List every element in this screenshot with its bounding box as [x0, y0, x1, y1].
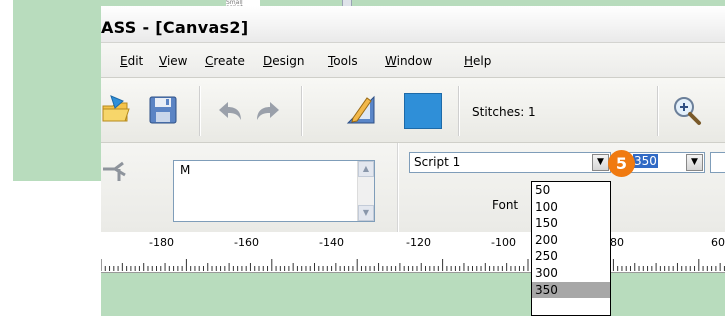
property-separator [397, 143, 399, 233]
open-folder-icon[interactable] [101, 94, 133, 126]
size-option[interactable]: 50 [532, 182, 610, 199]
menu-bar: Edit View Create Design Tools Window Hel… [101, 42, 725, 77]
font-label: Font [492, 198, 519, 212]
zoom-magnifier-icon[interactable] [671, 94, 703, 126]
text-input-scrollbar[interactable]: ▲ ▼ [357, 161, 374, 221]
size-option[interactable]: 150 [532, 215, 610, 232]
ruler-ticks [101, 259, 725, 271]
chevron-down-icon[interactable]: ▼ [592, 154, 609, 171]
extra-field[interactable] [710, 152, 725, 173]
menu-help[interactable]: Help [464, 54, 491, 68]
redo-icon[interactable] [251, 96, 283, 128]
horizontal-ruler: -180 -160 -140 -120 -100 -80 60 [101, 232, 725, 273]
text-input[interactable]: M ▲ ▼ [173, 160, 375, 222]
chevron-down-icon[interactable]: ▼ [686, 154, 703, 171]
undo-icon[interactable] [215, 96, 247, 128]
menu-window[interactable]: Window [385, 54, 432, 68]
menu-design[interactable]: Design [263, 54, 304, 68]
canvas-area[interactable] [101, 273, 725, 316]
menu-edit[interactable]: Edit [120, 54, 143, 68]
stitches-count: Stitches: 1 [472, 105, 536, 119]
toolbar-separator [199, 86, 201, 136]
size-dropdown-list[interactable]: 50 100 150 200 250 300 350 [531, 181, 611, 316]
toolbar-separator [301, 86, 303, 136]
menu-view[interactable]: View [159, 54, 187, 68]
menu-tools[interactable]: Tools [328, 54, 358, 68]
design-pencil-icon[interactable] [345, 94, 377, 126]
font-select[interactable]: Script 1 ▼ [409, 152, 611, 173]
font-select-value: Script 1 [414, 155, 461, 169]
size-select-value: 350 [633, 154, 658, 168]
size-option-selected[interactable]: 350 [532, 281, 610, 299]
size-option[interactable]: 100 [532, 199, 610, 216]
step-number-badge: 5 [608, 150, 635, 177]
scroll-down-icon[interactable]: ▼ [358, 205, 374, 221]
size-option[interactable]: 300 [532, 265, 610, 282]
path-nodes-icon[interactable] [101, 157, 133, 189]
size-option[interactable]: 200 [532, 232, 610, 249]
text-input-value: M [180, 163, 191, 177]
main-toolbar: Stitches: 1 [101, 77, 725, 142]
toolbar-separator [657, 86, 659, 136]
size-option[interactable]: 250 [532, 248, 610, 265]
window-title: ASS - [Canvas2] [101, 18, 249, 37]
stitch-color-swatch[interactable] [404, 93, 442, 129]
save-disk-icon[interactable] [147, 94, 179, 126]
scroll-up-icon[interactable]: ▲ [358, 161, 374, 177]
title-bar: ASS - [Canvas2] [101, 6, 725, 42]
menu-create[interactable]: Create [205, 54, 245, 68]
toolbar-separator [458, 86, 460, 136]
